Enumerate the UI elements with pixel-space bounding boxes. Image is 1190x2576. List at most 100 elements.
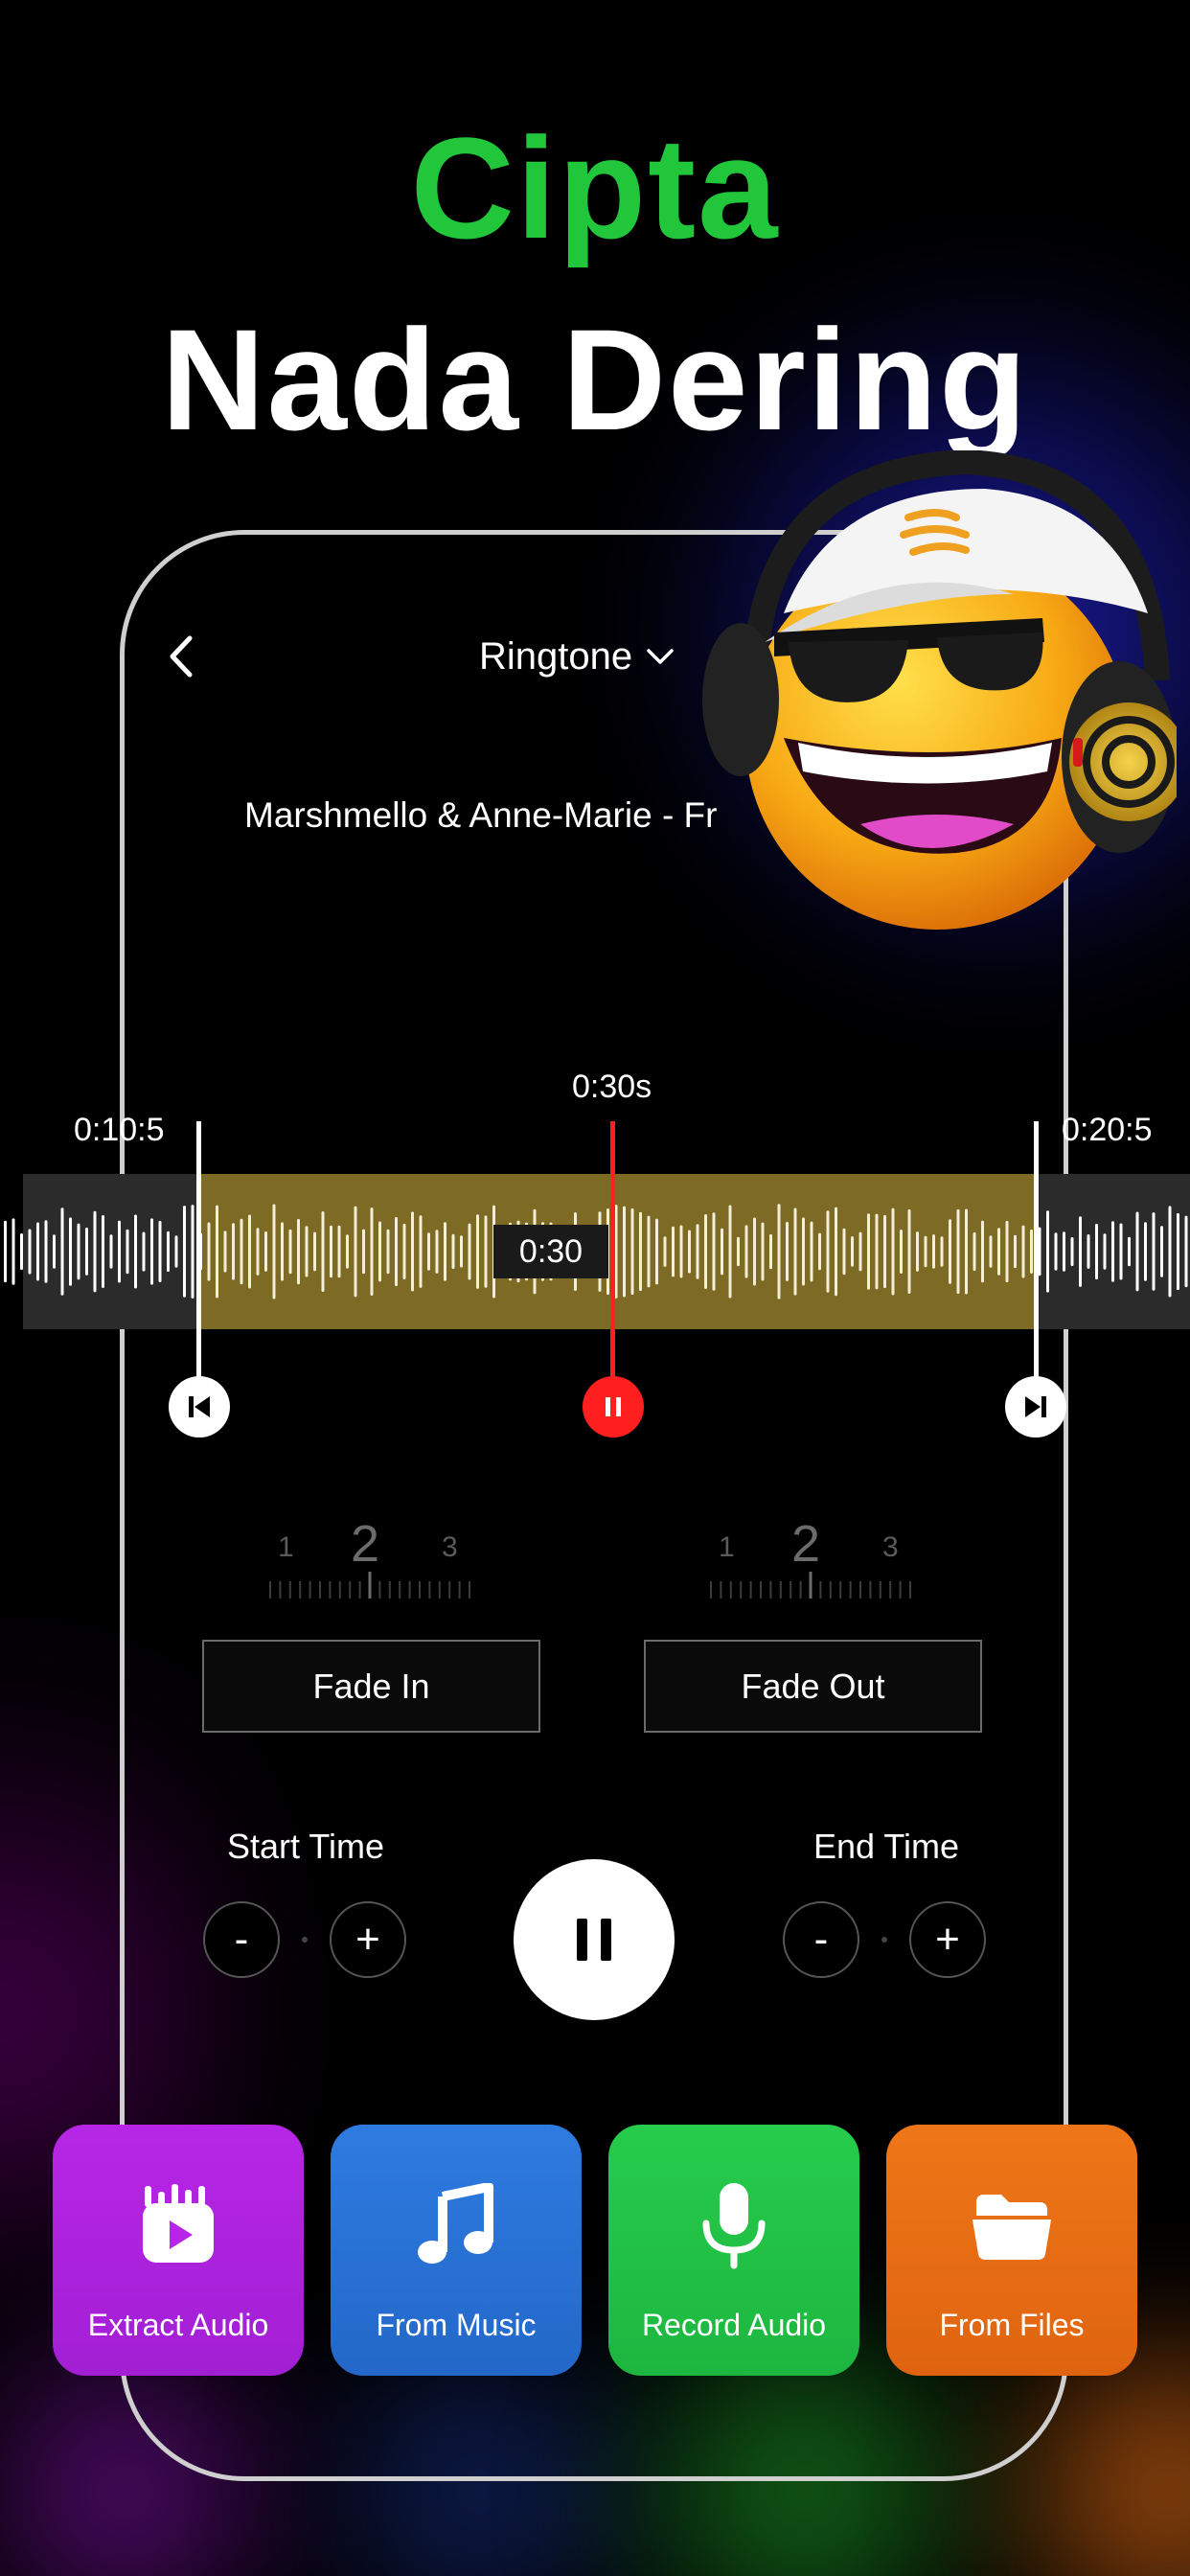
waveform-bar xyxy=(451,1233,455,1270)
waveform-bar xyxy=(216,1205,218,1299)
waveform-bar xyxy=(28,1229,32,1275)
waveform-bar xyxy=(721,1228,723,1276)
play-pause-button[interactable] xyxy=(514,1859,675,2020)
waveform-bar xyxy=(69,1217,72,1286)
waveform-bar xyxy=(53,1234,56,1269)
waveform-bar xyxy=(932,1234,935,1269)
waveform-bar xyxy=(321,1211,325,1293)
fade-out-ticks xyxy=(710,1572,911,1598)
waveform-bar xyxy=(93,1210,97,1293)
waveform-bar xyxy=(924,1235,927,1268)
trim-start-time: 0:10:5 xyxy=(74,1112,165,1148)
record-audio-label: Record Audio xyxy=(641,2308,827,2342)
waveform-bar xyxy=(126,1229,129,1275)
duration-badge: 0:30 xyxy=(493,1225,608,1278)
start-time-divider xyxy=(302,1937,308,1943)
waveform-bar xyxy=(444,1222,446,1281)
playhead-pause-button[interactable] xyxy=(583,1376,644,1438)
waveform-bar xyxy=(402,1223,406,1279)
waveform-bar xyxy=(973,1231,976,1272)
waveform-bar xyxy=(77,1223,80,1280)
pause-icon xyxy=(577,1919,611,1961)
waveform-bar xyxy=(44,1220,48,1283)
waveform-bar xyxy=(1095,1223,1098,1280)
waveform-bar xyxy=(688,1230,691,1274)
fade-in-button[interactable]: Fade In xyxy=(202,1640,540,1733)
waveform-bar xyxy=(802,1217,805,1286)
waveform-bar xyxy=(158,1220,162,1282)
end-time-minus-button[interactable]: - xyxy=(783,1901,859,1978)
ringtone-dropdown[interactable]: Ringtone xyxy=(479,628,675,685)
extract-audio-icon xyxy=(130,2177,226,2273)
playhead-time: 0:30s xyxy=(572,1069,652,1105)
waveform-bar xyxy=(232,1223,235,1280)
screen: Cipta Nada Dering Ringtone Marshmello & … xyxy=(0,0,1190,2576)
start-time-label: Start Time xyxy=(227,1827,385,1866)
waveform-bar xyxy=(826,1210,830,1293)
waveform-bar xyxy=(476,1214,479,1289)
waveform-bar xyxy=(191,1205,195,1299)
waveform-bar xyxy=(900,1230,903,1275)
fade-in-dial[interactable]: 1 2 3 xyxy=(264,1505,475,1610)
waveform-bar xyxy=(1103,1233,1107,1270)
waveform-bar xyxy=(460,1235,463,1268)
start-handle-button[interactable] xyxy=(169,1376,230,1438)
start-handle-line[interactable] xyxy=(196,1121,201,1409)
from-music-tile[interactable]: From Music xyxy=(331,2125,582,2376)
waveform-bar xyxy=(940,1236,944,1267)
waveform-bar xyxy=(288,1229,292,1275)
skip-forward-icon xyxy=(1025,1396,1046,1417)
waveform-bar xyxy=(907,1208,911,1294)
waveform-bar xyxy=(1005,1220,1009,1283)
waveform-bar xyxy=(1152,1212,1156,1291)
end-time-divider xyxy=(881,1937,887,1943)
back-button[interactable] xyxy=(163,632,201,680)
start-time-minus-button[interactable]: - xyxy=(203,1901,280,1978)
waveform-bar xyxy=(883,1214,886,1289)
waveform-bar xyxy=(1063,1231,1065,1272)
waveform-bar xyxy=(858,1231,862,1272)
waveform-bar xyxy=(793,1208,797,1296)
waveform-bar xyxy=(875,1213,879,1290)
waveform-bar xyxy=(769,1233,772,1270)
playhead-line[interactable] xyxy=(610,1121,615,1409)
waveform-bar xyxy=(1111,1221,1114,1282)
fade-out-dial-2: 2 xyxy=(791,1515,821,1573)
start-time-plus-button[interactable]: + xyxy=(330,1901,406,1978)
end-handle-line[interactable] xyxy=(1034,1121,1039,1409)
waveform-bar xyxy=(1184,1215,1188,1288)
waveform-bar xyxy=(753,1217,756,1286)
trim-end-time: 0:20:5 xyxy=(1062,1112,1153,1148)
waveform-bar xyxy=(1079,1216,1082,1287)
waveform-bar xyxy=(1030,1229,1033,1274)
fade-out-dial[interactable]: 1 2 3 xyxy=(705,1505,916,1610)
waveform-bar xyxy=(981,1220,984,1283)
waveform-bar xyxy=(1119,1223,1123,1280)
chevron-down-icon xyxy=(647,649,674,664)
waveform-bar xyxy=(362,1229,365,1275)
waveform-bar xyxy=(1070,1237,1074,1267)
waveform-bar xyxy=(1021,1225,1025,1278)
waveform-bar xyxy=(11,1218,15,1285)
waveform-bar xyxy=(1054,1232,1058,1271)
fade-out-button[interactable]: Fade Out xyxy=(644,1640,982,1733)
end-handle-button[interactable] xyxy=(1005,1376,1066,1438)
waveform-bar xyxy=(240,1218,243,1285)
waveform-bar xyxy=(639,1211,642,1292)
waveform-bar xyxy=(867,1213,870,1290)
waveform-bar xyxy=(916,1231,919,1272)
waveform-bar xyxy=(965,1208,968,1295)
fade-in-ticks xyxy=(269,1572,470,1598)
extract-audio-label: Extract Audio xyxy=(87,2308,269,2342)
waveform-bar xyxy=(330,1225,332,1278)
waveform-bar xyxy=(223,1230,227,1273)
waveform-bar xyxy=(1177,1212,1179,1291)
waveform-bar xyxy=(313,1231,316,1272)
waveform-bar xyxy=(679,1225,683,1278)
extract-audio-tile[interactable]: Extract Audio xyxy=(53,2125,304,2376)
record-audio-tile[interactable]: Record Audio xyxy=(608,2125,859,2376)
from-files-tile[interactable]: From Files xyxy=(886,2125,1137,2376)
from-music-label: From Music xyxy=(376,2308,537,2342)
waveform-bar xyxy=(672,1226,675,1277)
end-time-plus-button[interactable]: + xyxy=(909,1901,986,1978)
